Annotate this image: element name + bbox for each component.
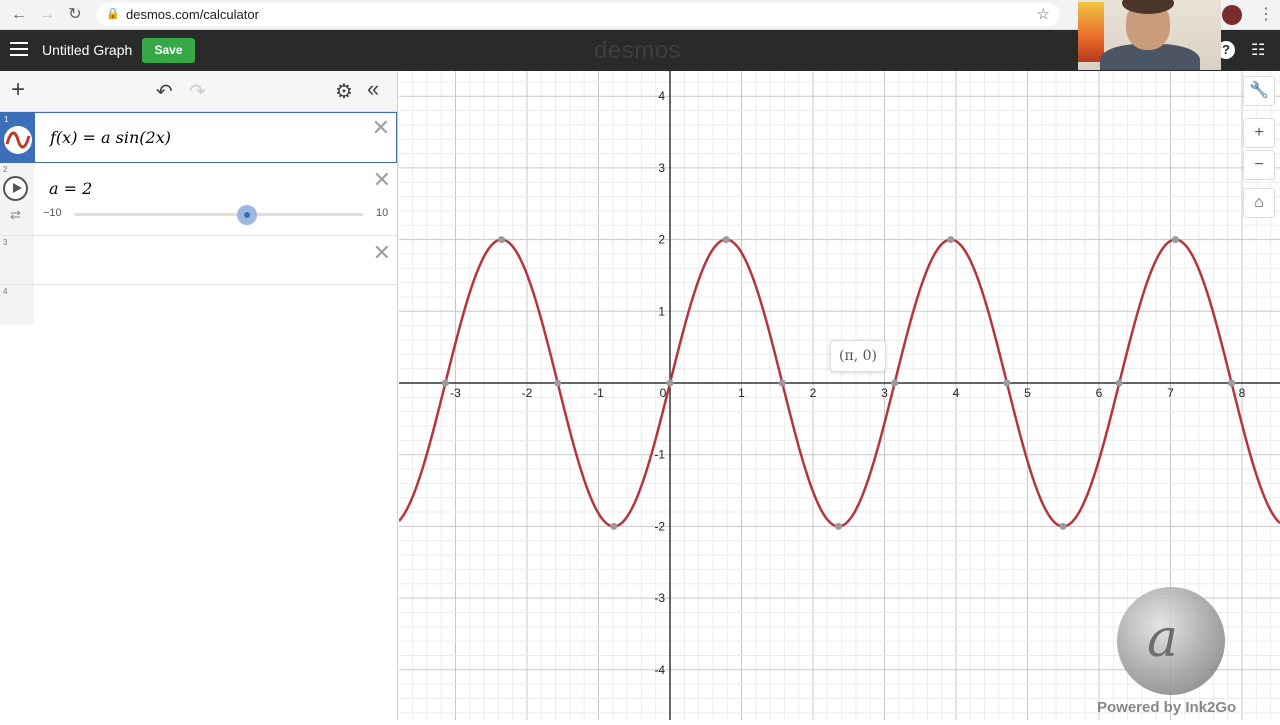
bookmark-star-icon[interactable]: ☆: [1037, 5, 1050, 23]
max-point: [722, 236, 730, 244]
lock-icon: 🔒: [106, 8, 120, 20]
expression-row-1[interactable]: 1 f(x) = a sin(2x) ✕: [0, 112, 397, 163]
zero-point: [1228, 379, 1236, 387]
expression-row-3[interactable]: 3 ✕: [0, 236, 397, 285]
y-tick-label: 4: [658, 89, 665, 103]
max-point: [1171, 236, 1179, 244]
browser-menu-icon[interactable]: ⋮: [1258, 4, 1274, 24]
zero-point: [666, 379, 674, 387]
x-tick-label: 8: [1239, 386, 1246, 400]
back-icon[interactable]: ←: [8, 4, 30, 26]
x-tick-label: 1: [738, 386, 745, 400]
reload-icon[interactable]: ↻: [64, 4, 86, 26]
graph-color-wave-icon[interactable]: [4, 126, 32, 154]
graph-title[interactable]: Untitled Graph: [42, 42, 132, 58]
url-text: desmos.com/calculator: [126, 7, 259, 22]
expression-number: 4: [3, 287, 8, 296]
zero-point: [891, 379, 899, 387]
settings-gear-icon[interactable]: ⚙: [335, 79, 353, 104]
y-tick-label: 1: [658, 304, 665, 318]
wrench-icon[interactable]: 🔧: [1243, 76, 1275, 106]
x-tick-label: 3: [881, 386, 888, 400]
x-tick-label: 4: [953, 386, 960, 400]
x-tick-label: 7: [1167, 386, 1174, 400]
y-tick-label: -1: [654, 448, 665, 462]
slider-min[interactable]: −10: [43, 207, 62, 219]
x-tick-label: 5: [1024, 386, 1031, 400]
zoom-out-icon[interactable]: −: [1243, 150, 1275, 180]
language-globe-icon[interactable]: ☷: [1251, 40, 1265, 60]
redo-icon[interactable]: ↷: [189, 79, 206, 104]
address-bar[interactable]: 🔒 desmos.com/calculator ☆: [96, 3, 1060, 26]
max-point: [947, 236, 955, 244]
x-tick-label: 2: [810, 386, 817, 400]
graph-tools: 🔧 + − ⌂: [1243, 76, 1275, 220]
loop-icon[interactable]: ⇄: [10, 207, 21, 223]
expression-formula[interactable]: a = 2: [49, 179, 92, 198]
profile-avatar[interactable]: [1222, 5, 1242, 25]
min-point: [610, 522, 618, 530]
y-tick-label: -4: [654, 663, 665, 677]
zero-point: [778, 379, 786, 387]
zoom-in-icon[interactable]: +: [1243, 118, 1275, 148]
zero-point: [554, 379, 562, 387]
delete-expression-icon[interactable]: ✕: [372, 115, 390, 141]
min-point: [834, 522, 842, 530]
save-button[interactable]: Save: [142, 38, 195, 63]
expression-number: 1: [4, 115, 9, 124]
x-tick-label: 6: [1096, 386, 1103, 400]
add-expression-icon[interactable]: +: [11, 76, 25, 104]
x-tick-label: -2: [522, 386, 533, 400]
ink2go-logo: a: [1117, 587, 1225, 695]
zero-point: [1115, 379, 1123, 387]
zero-point: [441, 379, 449, 387]
expression-toolbar: + ↶ ↷ ⚙ «: [0, 71, 397, 112]
zero-point: [1003, 379, 1011, 387]
ink2go-watermark: Powered by Ink2Go: [1097, 699, 1237, 716]
play-slider-icon[interactable]: [3, 176, 28, 201]
x-tick-label: -3: [450, 386, 461, 400]
y-tick-label: 2: [658, 233, 665, 247]
collapse-panel-icon[interactable]: «: [367, 76, 379, 102]
desmos-logo: desmos: [594, 37, 682, 64]
expression-panel: + ↶ ↷ ⚙ « 1 f(x) = a sin(2x) ✕ 2 ⇄ a = 2…: [0, 71, 398, 720]
menu-icon[interactable]: [10, 42, 28, 58]
expression-formula[interactable]: f(x) = a sin(2x): [50, 128, 171, 147]
slider-max[interactable]: 10: [376, 207, 388, 219]
y-tick-label: -2: [654, 519, 665, 533]
y-tick-label: 3: [658, 161, 665, 175]
expression-number: 2: [3, 165, 8, 174]
delete-expression-icon[interactable]: ✕: [373, 167, 391, 193]
max-point: [498, 236, 506, 244]
slider-track[interactable]: [74, 213, 363, 216]
slider-thumb[interactable]: [237, 205, 257, 225]
x-tick-label: -1: [593, 386, 604, 400]
expression-row-2[interactable]: 2 ⇄ a = 2 ✕ −10 10: [0, 163, 397, 236]
y-tick-label: -3: [654, 591, 665, 605]
webcam-overlay: [1078, 0, 1221, 70]
home-icon[interactable]: ⌂: [1243, 188, 1275, 218]
delete-expression-icon[interactable]: ✕: [373, 240, 391, 266]
expression-number: 3: [3, 238, 8, 247]
point-coordinate-label[interactable]: (π, 0): [830, 340, 886, 372]
expression-row-4[interactable]: 4: [0, 285, 397, 325]
min-point: [1059, 522, 1067, 530]
forward-icon[interactable]: →: [36, 4, 58, 26]
undo-icon[interactable]: ↶: [156, 79, 173, 104]
